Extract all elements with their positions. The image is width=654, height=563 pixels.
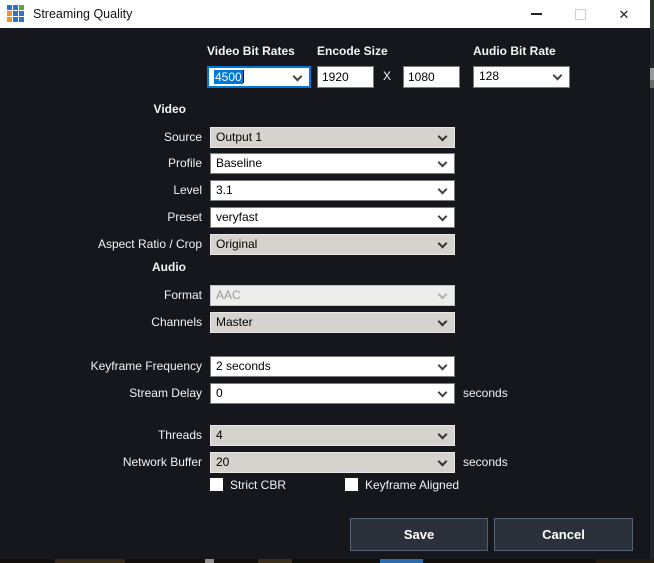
- chevron-down-icon: [438, 185, 448, 195]
- chevron-down-icon: [438, 239, 448, 249]
- selected-text: 4500: [214, 70, 243, 84]
- keyframe-aligned-checkbox[interactable]: Keyframe Aligned: [345, 477, 459, 492]
- field-label: Format: [0, 285, 202, 306]
- save-button[interactable]: Save: [350, 518, 488, 551]
- form-row-channels: Channels Master: [0, 312, 650, 333]
- chevron-down-icon: [438, 361, 448, 371]
- preset-select[interactable]: veryfast: [210, 207, 455, 228]
- form-row-aspect-ratio-crop: Aspect Ratio / Crop Original: [0, 234, 650, 255]
- field-label: Channels: [0, 312, 202, 333]
- window-controls: ✕: [514, 0, 646, 28]
- app-grid-icon: [7, 5, 24, 22]
- field-label: Source: [0, 127, 202, 148]
- profile-select[interactable]: Baseline: [210, 153, 455, 174]
- audio-bitrate-select[interactable]: 128: [473, 66, 570, 88]
- form-row-source: Source Output 1: [0, 127, 650, 148]
- audio-section-header: Audio: [0, 260, 186, 274]
- chevron-down-icon: [438, 132, 448, 142]
- chevron-down-icon: [438, 317, 448, 327]
- threads-select[interactable]: 4: [210, 425, 455, 446]
- seconds-suffix: seconds: [463, 383, 508, 404]
- screenshot-stage: Streaming Quality ✕ Video Bit Rates Enco…: [0, 0, 654, 563]
- chevron-down-icon: [438, 457, 448, 467]
- field-label: Aspect Ratio / Crop: [0, 234, 202, 255]
- chevron-down-icon: [293, 72, 303, 82]
- close-button[interactable]: ✕: [602, 0, 646, 28]
- field-label: Network Buffer: [0, 452, 202, 473]
- field-label: Stream Delay: [0, 383, 202, 404]
- seconds-suffix: seconds: [463, 452, 508, 473]
- checkbox-unchecked-icon: [345, 478, 358, 491]
- chevron-down-icon: [553, 71, 563, 81]
- form-row-profile: Profile Baseline: [0, 153, 650, 174]
- encode-size-separator: X: [383, 69, 391, 83]
- network-buffer-select[interactable]: 20: [210, 452, 455, 473]
- field-label: Level: [0, 180, 202, 201]
- background-window-sliver-right: [650, 0, 654, 563]
- channels-select[interactable]: Master: [210, 312, 455, 333]
- field-label: Threads: [0, 425, 202, 446]
- field-label: Keyframe Frequency: [0, 356, 202, 377]
- field-label: Preset: [0, 207, 202, 228]
- form-row-threads: Threads 4: [0, 425, 650, 446]
- stream-delay-select[interactable]: 0: [210, 383, 455, 404]
- field-label: Profile: [0, 153, 202, 174]
- maximize-icon: [575, 9, 586, 20]
- cancel-button[interactable]: Cancel: [494, 518, 633, 551]
- source-select[interactable]: Output 1: [210, 127, 455, 148]
- background-window-sliver-bottom: [0, 559, 654, 563]
- checkbox-unchecked-icon: [210, 478, 223, 491]
- video-bitrate-header: Video Bit Rates: [207, 44, 295, 58]
- chevron-down-icon: [438, 158, 448, 168]
- chevron-down-icon: [438, 430, 448, 440]
- format-select: AAC: [210, 285, 455, 306]
- form-row-stream-delay: Stream Delay 0 seconds: [0, 383, 650, 404]
- maximize-button: [558, 0, 602, 28]
- encode-size-header: Encode Size: [317, 44, 388, 58]
- aspect-ratio-crop-select[interactable]: Original: [210, 234, 455, 255]
- form-row-keyframe-frequency: Keyframe Frequency 2 seconds: [0, 356, 650, 377]
- keyframe-frequency-select[interactable]: 2 seconds: [210, 356, 455, 377]
- form-row-network-buffer: Network Buffer 20 seconds: [0, 452, 650, 473]
- video-bitrate-select[interactable]: 4500: [207, 66, 311, 88]
- chevron-down-icon: [438, 212, 448, 222]
- strict-cbr-checkbox[interactable]: Strict CBR: [210, 477, 286, 492]
- form-row-level: Level 3.1: [0, 180, 650, 201]
- minimize-icon: [531, 13, 542, 15]
- chevron-down-icon: [438, 388, 448, 398]
- title-bar: Streaming Quality ✕: [0, 0, 650, 28]
- form-row-format: Format AAC: [0, 285, 650, 306]
- video-section-header: Video: [0, 102, 186, 116]
- window-title: Streaming Quality: [33, 0, 132, 28]
- text-caret: [243, 70, 244, 83]
- streaming-quality-dialog: Streaming Quality ✕ Video Bit Rates Enco…: [0, 0, 650, 559]
- encode-width-input[interactable]: [317, 66, 374, 88]
- level-select[interactable]: 3.1: [210, 180, 455, 201]
- close-icon: ✕: [619, 8, 630, 21]
- encode-height-input[interactable]: [403, 66, 460, 88]
- audio-bitrate-header: Audio Bit Rate: [473, 44, 556, 58]
- chevron-down-icon: [438, 290, 448, 300]
- form-row-preset: Preset veryfast: [0, 207, 650, 228]
- minimize-button[interactable]: [514, 0, 558, 28]
